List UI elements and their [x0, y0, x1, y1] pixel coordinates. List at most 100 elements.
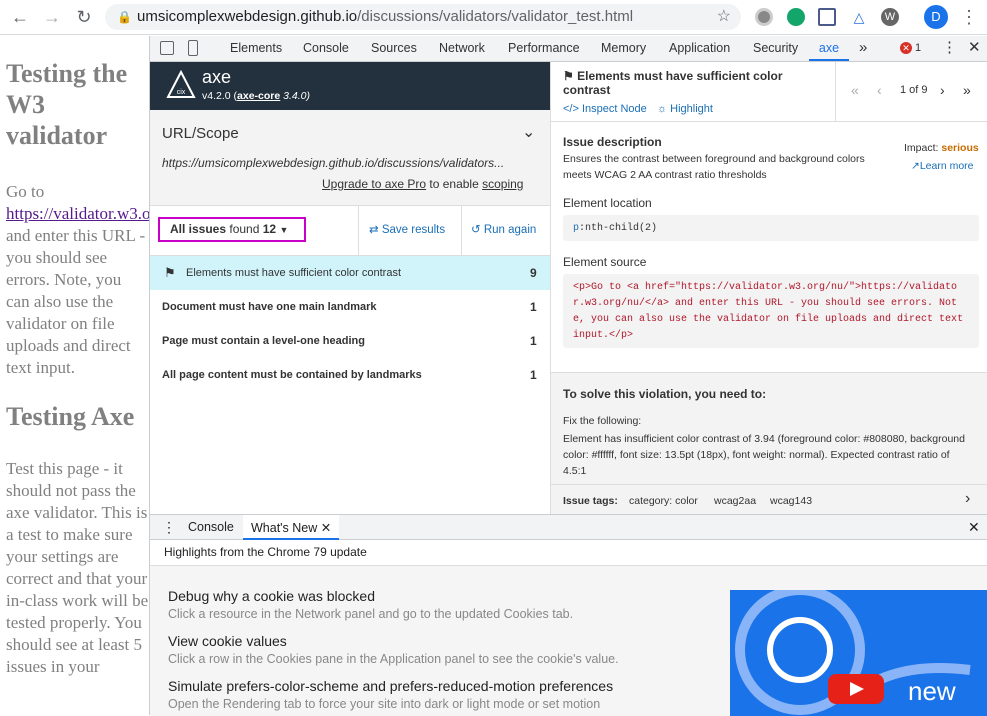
forward-arrow-icon[interactable]: →	[41, 6, 63, 28]
solve-heading: To solve this violation, you need to:	[563, 387, 767, 401]
prev-page-icon[interactable]: ‹	[877, 82, 882, 98]
video-thumbnail[interactable]: new	[730, 590, 987, 716]
close-devtools-icon[interactable]: ✕	[968, 36, 981, 61]
issue-item-main-landmark[interactable]: Document must have one main landmark 1	[150, 290, 550, 324]
whats-new-item[interactable]: View cookie values Click a row in the Co…	[168, 633, 728, 666]
issue-description-heading: Issue description	[563, 135, 662, 149]
save-results-button[interactable]: ⇄ Save results	[369, 222, 445, 236]
drawer-tab-console[interactable]: Console	[188, 520, 234, 534]
tab-memory[interactable]: Memory	[601, 36, 646, 61]
chevron-down-icon[interactable]: ⌄	[522, 122, 535, 142]
scope-url: https://umsicomplexwebdesign.github.io/d…	[162, 156, 505, 170]
url-scope-section: URL/Scope ⌄ https://umsicomplexwebdesign…	[150, 110, 550, 206]
element-location-code[interactable]: p:nth-child(2)	[563, 215, 979, 241]
inspect-node-button[interactable]: </> Inspect Node	[563, 103, 647, 115]
last-page-icon[interactable]: »	[963, 82, 971, 98]
issue-item-color-contrast[interactable]: ⚑ Elements must have sufficient color co…	[150, 256, 550, 290]
highlights-bar: Highlights from the Chrome 79 update	[150, 540, 987, 566]
issue-detail-panel: ⚑ Elements must have sufficient color co…	[550, 62, 987, 514]
more-tabs-icon[interactable]: »	[859, 36, 867, 61]
issue-label: Page must contain a level-one heading	[162, 335, 365, 347]
tab-network[interactable]: Network	[439, 36, 485, 61]
devtools-tab-bar: Elements Console Sources Network Perform…	[150, 36, 987, 62]
profile-avatar[interactable]: D	[924, 5, 948, 29]
tab-axe[interactable]: axe	[809, 36, 849, 61]
next-page-icon[interactable]: ›	[940, 82, 945, 98]
issue-count: 1	[530, 334, 537, 348]
heading-testing-validator: Testing the W3 validator	[6, 59, 128, 150]
wordpress-extension-icon[interactable]: W	[881, 8, 899, 26]
close-drawer-icon[interactable]: ✕	[968, 519, 980, 536]
youtube-play-icon[interactable]	[828, 674, 884, 704]
inspect-element-icon[interactable]	[160, 41, 174, 55]
issue-tags-label: Issue tags:	[563, 495, 618, 507]
back-arrow-icon[interactable]: ←	[9, 6, 31, 28]
element-location-heading: Element location	[563, 196, 652, 210]
tab-sources[interactable]: Sources	[371, 36, 417, 61]
scope-title: URL/Scope	[162, 125, 239, 142]
close-tab-icon[interactable]: ✕	[321, 521, 331, 535]
element-source-heading: Element source	[563, 255, 647, 269]
browser-toolbar: ← → ↻ 🔒 umsicomplexwebdesign.github.io/d…	[0, 0, 987, 35]
axe-core-link[interactable]: axe-core	[237, 90, 280, 102]
web-page-content: Testing the W3 validator Go to https://v…	[0, 36, 149, 715]
pager-text: 1 of 9	[900, 84, 928, 96]
tab-security[interactable]: Security	[753, 36, 798, 61]
detail-title: ⚑ Elements must have sufficient color co…	[563, 69, 783, 97]
whats-new-item[interactable]: Debug why a cookie was blocked Click a r…	[168, 588, 728, 621]
devtools-panel: Elements Console Sources Network Perform…	[149, 36, 987, 716]
device-toolbar-icon[interactable]	[188, 40, 198, 56]
evernote-extension-icon[interactable]	[787, 8, 805, 26]
drawer-menu-icon[interactable]: ⋮	[162, 519, 176, 536]
learn-more-link[interactable]: ↗Learn more	[911, 160, 974, 172]
svg-text:cix: cix	[177, 89, 186, 96]
issue-item-level-one-heading[interactable]: Page must contain a level-one heading 1	[150, 324, 550, 358]
address-bar[interactable]: 🔒 umsicomplexwebdesign.github.io/discuss…	[105, 4, 741, 30]
promo-text: new	[908, 676, 956, 706]
error-icon[interactable]: ✕	[900, 42, 912, 54]
impact-label: Impact: serious	[904, 142, 979, 154]
reload-icon[interactable]: ↻	[73, 6, 95, 28]
tab-application[interactable]: Application	[669, 36, 730, 61]
lock-icon: 🔒	[117, 10, 132, 24]
bookmark-star-icon[interactable]: ☆	[717, 4, 731, 30]
paragraph-axe: Test this page - it should not pass the …	[6, 459, 149, 676]
whats-new-item[interactable]: Simulate prefers-color-scheme and prefer…	[168, 678, 728, 711]
impact-value: serious	[941, 142, 979, 154]
scoping-link[interactable]: scoping	[482, 177, 523, 191]
mail-extension-icon[interactable]	[818, 8, 836, 26]
issue-count: 1	[530, 368, 537, 382]
issue-label: All page content must be contained by la…	[162, 369, 422, 381]
chevron-right-icon[interactable]: ›	[965, 490, 970, 508]
flag-icon: ⚑	[164, 265, 176, 280]
tab-performance[interactable]: Performance	[508, 36, 580, 61]
run-again-button[interactable]: ↺ Run again	[471, 222, 536, 236]
error-count[interactable]: 1	[915, 36, 921, 61]
drawer-tab-whats-new[interactable]: What's New ✕	[243, 515, 340, 540]
tag: category: color	[629, 495, 698, 507]
issues-filter-dropdown[interactable]: All issues found 12 ▼	[158, 217, 306, 242]
issues-toolbar: All issues found 12 ▼ ⇄ Save results ↺ R…	[150, 206, 550, 256]
axe-logo-icon: cix	[166, 70, 196, 98]
first-page-icon[interactable]: «	[851, 82, 859, 98]
issue-item-landmarks[interactable]: All page content must be contained by la…	[150, 358, 550, 392]
devtools-menu-icon[interactable]: ⋮	[942, 36, 957, 61]
kebab-menu-icon[interactable]: ⋮	[958, 6, 980, 28]
paragraph-validator: Go to https://validator.w3.org/nu/ and e…	[6, 181, 149, 379]
upgrade-link[interactable]: Upgrade to axe Pro	[322, 177, 426, 191]
issue-tags-bar: Issue tags: category: color wcag2aa wcag…	[551, 484, 987, 515]
element-source-code[interactable]: <p>Go to <a href="https://validator.w3.o…	[563, 274, 979, 348]
highlight-button[interactable]: ☼ Highlight	[657, 103, 713, 115]
tab-console[interactable]: Console	[303, 36, 349, 61]
divider	[358, 206, 359, 255]
issue-label: Elements must have sufficient color cont…	[186, 267, 402, 279]
whats-new-content: Debug why a cookie was blocked Click a r…	[150, 566, 987, 716]
issue-count: 1	[530, 300, 537, 314]
divider	[461, 206, 462, 255]
tab-elements[interactable]: Elements	[230, 36, 282, 61]
url-path: /discussions/validators/validator_test.h…	[357, 8, 634, 25]
validator-link[interactable]: https://validator.w3.org/nu/	[6, 204, 149, 223]
extension-icon[interactable]	[755, 8, 773, 26]
triangle-extension-icon[interactable]: △	[850, 8, 868, 26]
drawer-panel: ⋮ Console What's New ✕ ✕ Highlights from…	[150, 514, 987, 716]
